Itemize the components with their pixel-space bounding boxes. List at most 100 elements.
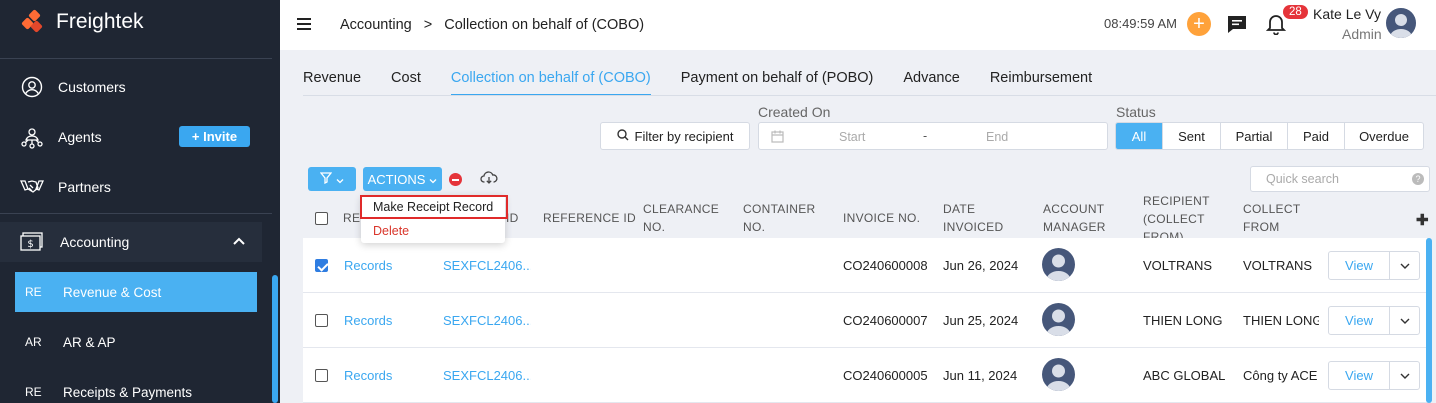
date-invoiced: Jun 11, 2024 xyxy=(943,368,1018,383)
collect-from: VOLTRANS xyxy=(1243,258,1313,273)
add-column-icon[interactable]: ✚ xyxy=(1416,211,1429,229)
sidebar-item-partners[interactable]: Partners xyxy=(20,175,111,199)
sidebar-subitem-revenue-cost[interactable]: RE Revenue & Cost xyxy=(15,272,257,312)
chevron-down-icon[interactable] xyxy=(1390,362,1419,389)
sidebar-item-customers[interactable]: Customers xyxy=(20,75,126,99)
chat-icon[interactable] xyxy=(1226,13,1248,38)
view-button[interactable]: View xyxy=(1329,252,1390,279)
actions-button[interactable]: ACTIONS xyxy=(363,167,442,191)
col-label-line: DATE xyxy=(943,202,976,216)
bell-icon[interactable] xyxy=(1265,13,1287,38)
start-date-input[interactable]: Start xyxy=(839,130,865,144)
view-button-group: View xyxy=(1328,306,1420,335)
menu-item-delete[interactable]: Delete xyxy=(373,224,409,238)
collect-from: Công ty ACE xyxy=(1243,368,1318,383)
calendar-icon xyxy=(771,130,784,146)
job-id-link[interactable]: SEXFCL2406... xyxy=(443,258,531,273)
view-button-group: View xyxy=(1328,361,1420,390)
table-scrollbar[interactable] xyxy=(1426,238,1432,403)
sidebar-item-label: Customers xyxy=(58,79,126,95)
row-checkbox[interactable] xyxy=(315,369,328,382)
sidebar-subitem-receipts-payments[interactable]: RE Receipts & Payments xyxy=(15,372,257,403)
sidebar: Freightek Customers Agents + Invite Part… xyxy=(0,0,280,403)
end-date-input[interactable]: End xyxy=(986,130,1008,144)
sidebar-scrollbar[interactable] xyxy=(272,275,278,403)
status-partial-button[interactable]: Partial xyxy=(1220,123,1287,149)
view-button[interactable]: View xyxy=(1329,362,1390,389)
col-label-line: CLEARANCE xyxy=(643,202,720,216)
sidebar-item-label: Partners xyxy=(58,179,111,195)
job-id-link[interactable]: SEXFCL2406... xyxy=(443,313,531,328)
quick-search-placeholder: Quick search xyxy=(1266,172,1339,186)
collect-from: THIEN LONG xyxy=(1243,313,1319,328)
filter-button[interactable] xyxy=(308,167,356,191)
tab-pobo[interactable]: Payment on behalf of (POBO) xyxy=(681,70,874,96)
chevron-down-icon[interactable] xyxy=(1390,252,1419,279)
select-all-checkbox[interactable] xyxy=(315,212,328,225)
tab-divider xyxy=(303,95,1436,96)
col-label-line: FROM) xyxy=(1143,230,1184,238)
subitem-label: Revenue & Cost xyxy=(63,284,162,300)
records-link[interactable]: Records xyxy=(344,258,392,273)
accounting-icon: $ xyxy=(20,230,44,254)
records-link[interactable]: Records xyxy=(344,313,392,328)
quick-search-input[interactable]: Quick search ? xyxy=(1250,166,1430,192)
table-row[interactable]: Records SEXFCL2406... CO240600005 Jun 11… xyxy=(303,348,1427,403)
col-label-line: NO. xyxy=(643,220,666,234)
subitem-abbr: AR xyxy=(25,335,42,349)
remove-icon[interactable] xyxy=(449,173,462,186)
tab-reimbursement[interactable]: Reimbursement xyxy=(990,70,1092,96)
brand-logo[interactable]: Freightek xyxy=(21,9,144,34)
col-label-line: FROM xyxy=(1243,220,1280,234)
table-row[interactable]: Records SEXFCL2406... CO240600007 Jun 25… xyxy=(303,293,1427,348)
add-icon[interactable]: + xyxy=(1187,12,1211,36)
invite-button[interactable]: + Invite xyxy=(179,126,250,147)
tab-advance[interactable]: Advance xyxy=(903,70,959,96)
col-collect-from: COLLECT FROM xyxy=(1243,200,1300,236)
account-manager-avatar xyxy=(1042,303,1075,336)
records-link[interactable]: Records xyxy=(344,368,392,383)
tab-revenue[interactable]: Revenue xyxy=(303,70,361,96)
col-clearance-no: CLEARANCE NO. xyxy=(643,200,719,236)
chevron-down-icon xyxy=(429,172,437,187)
handshake-icon xyxy=(20,175,44,199)
tab-cobo[interactable]: Collection on behalf of (COBO) xyxy=(450,70,651,96)
col-label-line: INVOICED xyxy=(943,220,1004,234)
sidebar-subitem-ar-ap[interactable]: AR AR & AP xyxy=(15,322,257,362)
help-icon[interactable]: ? xyxy=(1412,173,1424,185)
breadcrumb-accounting[interactable]: Accounting xyxy=(340,17,412,33)
chevron-up-icon[interactable] xyxy=(232,234,246,249)
job-id-link[interactable]: SEXFCL2406... xyxy=(443,368,531,383)
sidebar-item-agents[interactable]: Agents xyxy=(20,125,102,149)
created-on-date-range[interactable]: Start - End xyxy=(758,122,1108,150)
cloud-download-icon[interactable] xyxy=(480,171,498,188)
status-paid-button[interactable]: Paid xyxy=(1287,123,1344,149)
user-avatar[interactable] xyxy=(1386,8,1416,38)
status-overdue-button[interactable]: Overdue xyxy=(1344,123,1423,149)
row-checkbox[interactable] xyxy=(315,314,328,327)
filter-by-recipient-button[interactable]: Filter by recipient xyxy=(600,122,750,150)
status-sent-button[interactable]: Sent xyxy=(1162,123,1220,149)
tab-cost[interactable]: Cost xyxy=(391,70,421,96)
status-all-button[interactable]: All xyxy=(1116,123,1162,149)
sidebar-divider xyxy=(0,213,272,214)
logo-mark-icon xyxy=(21,9,48,33)
filter-recipient-label: Filter by recipient xyxy=(634,128,734,144)
invoice-no: CO240600005 xyxy=(843,368,928,383)
tab-bar: Revenue Cost Collection on behalf of (CO… xyxy=(303,70,1122,96)
row-checkbox[interactable] xyxy=(315,259,328,272)
status-label: Status xyxy=(1116,104,1156,120)
account-manager-avatar xyxy=(1042,358,1075,391)
subitem-label: AR & AP xyxy=(63,334,116,350)
view-button[interactable]: View xyxy=(1329,307,1390,334)
col-label-line: MANAGER xyxy=(1043,220,1106,234)
chevron-down-icon[interactable] xyxy=(1390,307,1419,334)
table-row[interactable]: Records SEXFCL2406... CO240600008 Jun 26… xyxy=(303,238,1427,293)
user-name[interactable]: Kate Le Vy xyxy=(1313,6,1381,22)
sidebar-item-accounting[interactable]: $ Accounting xyxy=(0,222,262,262)
highlight-box xyxy=(360,195,508,219)
menu-icon[interactable] xyxy=(297,17,311,34)
subitem-label: Receipts & Payments xyxy=(63,384,193,400)
col-label-line: COLLECT xyxy=(1243,202,1301,216)
col-label-line: ACCOUNT xyxy=(1043,202,1105,216)
